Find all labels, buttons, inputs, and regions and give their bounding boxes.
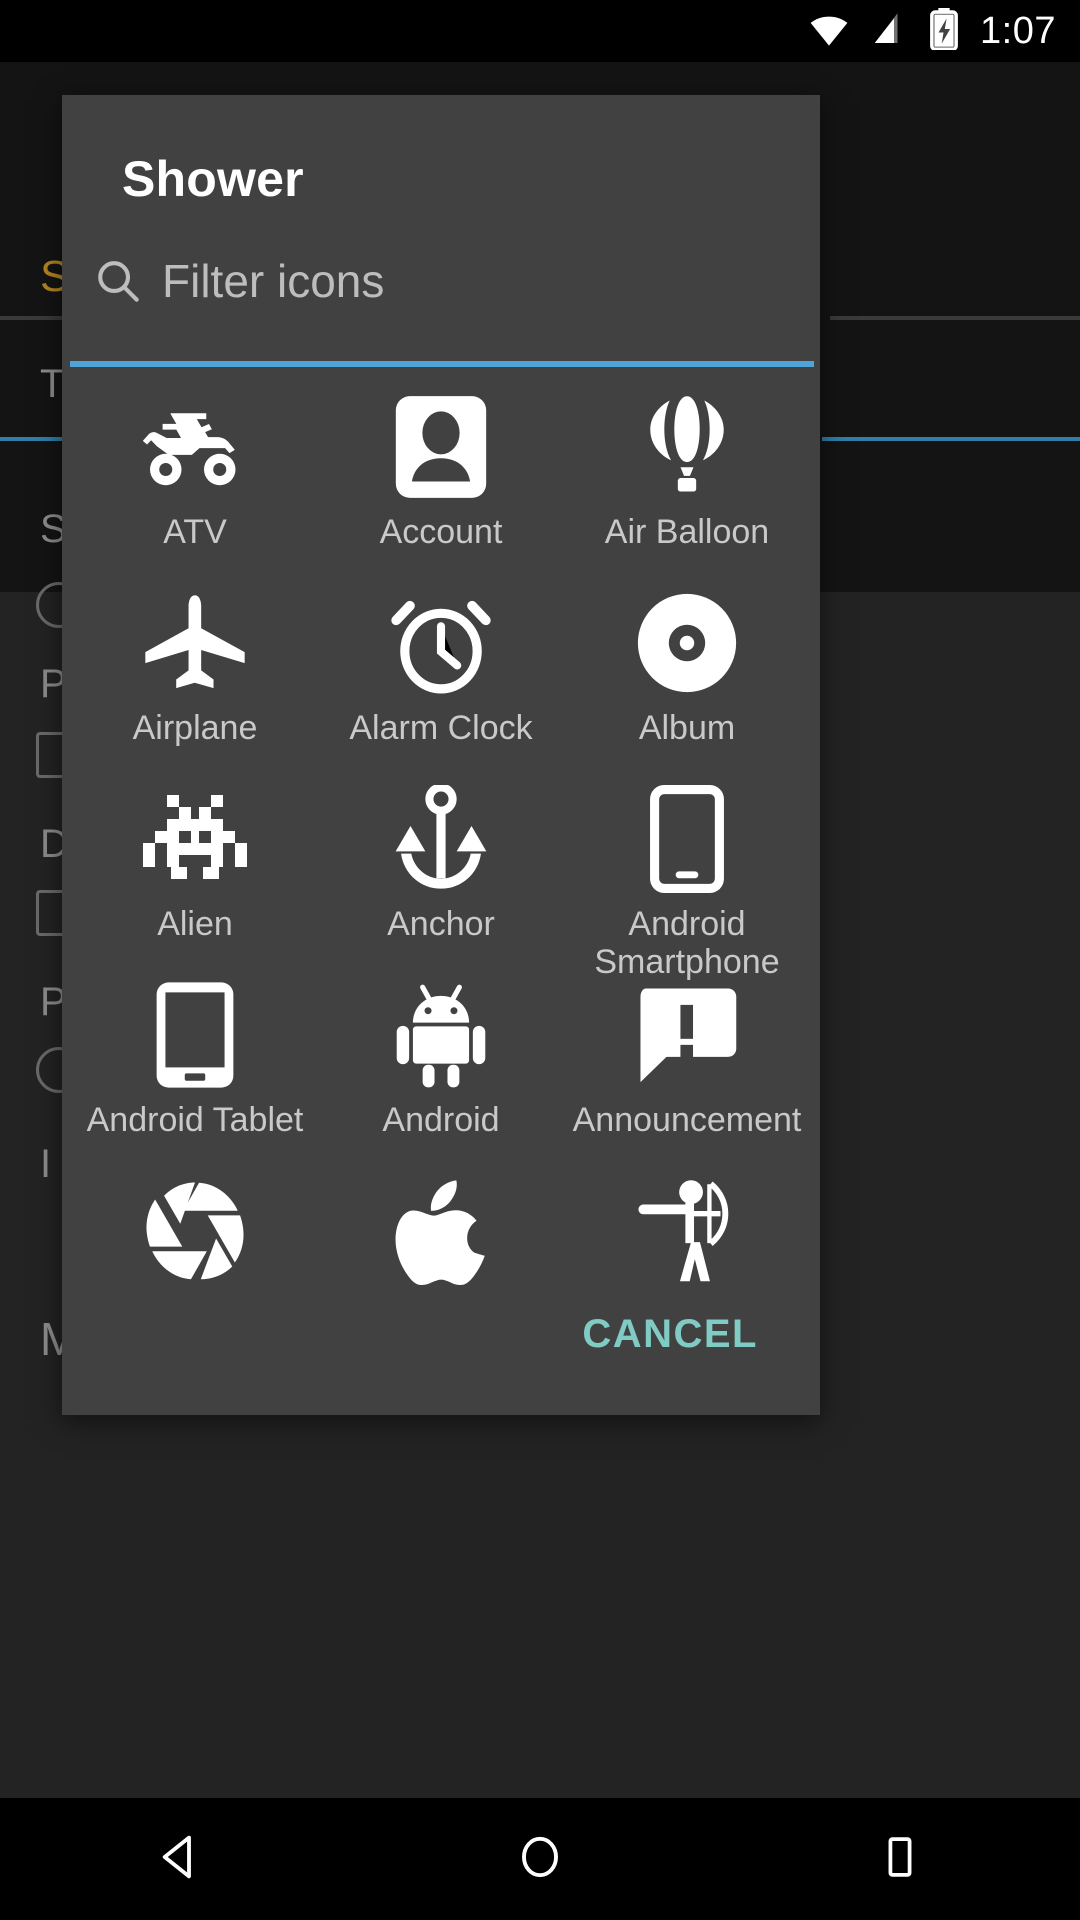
icon-cell-airplane[interactable]: Airplane: [72, 581, 318, 777]
archer-icon: [633, 1177, 741, 1285]
filter-search-row[interactable]: [70, 235, 812, 327]
dialog-title: Shower: [122, 151, 304, 207]
bg-underline-blue-left: [0, 437, 64, 441]
bg-fragment-i: I: [40, 1142, 52, 1186]
airplane-icon: [141, 589, 249, 697]
album-icon: [633, 589, 741, 697]
search-underline: [70, 361, 814, 367]
icon-grid: ATV Account Air Balloon Airplane Alarm C…: [72, 385, 810, 1315]
icon-label: ATV: [163, 513, 227, 551]
announcement-icon: [633, 981, 741, 1089]
icon-cell-alien[interactable]: Alien: [72, 777, 318, 973]
bg-divider-2: [830, 316, 1080, 320]
icon-cell-android-tablet[interactable]: Android Tablet: [72, 973, 318, 1169]
back-button[interactable]: [100, 1798, 260, 1920]
air-balloon-icon: [633, 393, 741, 501]
bg-divider-1: [0, 316, 64, 320]
icon-cell-atv[interactable]: ATV: [72, 385, 318, 581]
navigation-bar: [0, 1798, 1080, 1920]
status-bar: 1:07: [0, 0, 1080, 62]
icon-label: Air Balloon: [604, 513, 770, 551]
icon-cell-aperture[interactable]: [72, 1169, 318, 1365]
icon-label: Alien: [157, 905, 233, 943]
search-icon: [92, 255, 144, 307]
alarm-clock-icon: [387, 589, 495, 697]
apple-icon: [387, 1177, 495, 1285]
battery-charging-icon: [924, 7, 964, 55]
status-bar-clock: 1:07: [980, 10, 1056, 52]
bg-underline-blue-right: [822, 437, 1080, 441]
icon-label: Album: [638, 709, 736, 747]
icon-label: Alarm Clock: [349, 709, 533, 747]
recents-button[interactable]: [820, 1798, 980, 1920]
icon-label: Anchor: [387, 905, 495, 943]
cancel-button[interactable]: CANCEL: [568, 1302, 772, 1367]
account-icon: [387, 393, 495, 501]
icon-picker-dialog: Shower ATV: [62, 95, 820, 1415]
recents-icon: [875, 1832, 925, 1887]
phone-screen: S T S P D P I M 1:07 Shower Filter icons…: [0, 0, 1080, 1920]
icon-cell-account[interactable]: Account: [318, 385, 564, 581]
icon-label: Android Smartphone: [594, 905, 780, 982]
android-tablet-icon: [141, 981, 249, 1089]
icon-cell-apple[interactable]: [318, 1169, 564, 1365]
home-icon: [514, 1831, 566, 1888]
icon-label: Announcement: [572, 1101, 802, 1139]
icon-cell-air-balloon[interactable]: Air Balloon: [564, 385, 810, 581]
icon-label: Android: [382, 1101, 500, 1139]
icon-label: Android Tablet: [86, 1101, 304, 1139]
wifi-icon: [808, 8, 850, 55]
icon-label: Account: [379, 513, 503, 551]
icon-cell-anchor[interactable]: Anchor: [318, 777, 564, 973]
anchor-icon: [387, 785, 495, 893]
icon-cell-announcement[interactable]: Announcement: [564, 973, 810, 1169]
search-input[interactable]: [162, 254, 762, 308]
aperture-icon: [141, 1177, 249, 1285]
icon-cell-alarm-clock[interactable]: Alarm Clock: [318, 581, 564, 777]
back-icon: [153, 1830, 207, 1889]
icon-label: Airplane: [132, 709, 258, 747]
atv-icon: [141, 393, 249, 501]
home-button[interactable]: [460, 1798, 620, 1920]
icon-cell-album[interactable]: Album: [564, 581, 810, 777]
android-robot-icon: [387, 981, 495, 1089]
cellular-signal-icon: [866, 8, 908, 55]
android-smartphone-icon: [633, 785, 741, 893]
icon-cell-android-smartphone[interactable]: Android Smartphone: [564, 777, 810, 981]
alien-icon: [141, 785, 249, 893]
icon-cell-android[interactable]: Android: [318, 973, 564, 1169]
bg-fragment-t1: T: [40, 362, 65, 406]
